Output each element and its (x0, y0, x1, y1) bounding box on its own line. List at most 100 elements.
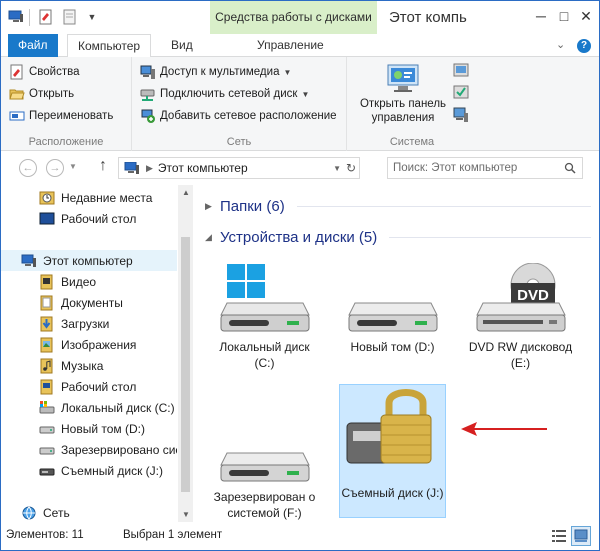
pictures-library-icon (39, 337, 55, 353)
drive-icon (39, 421, 55, 437)
nav-item-this-pc[interactable]: Этот компьютер (1, 250, 177, 271)
group-header-devices[interactable]: ◢ Устройства и диски (5) (205, 226, 377, 248)
uninstall-program-icon[interactable] (453, 63, 469, 79)
drive-f[interactable]: Зарезервирован о системой (F:) (211, 413, 318, 521)
system-menu-icon[interactable] (7, 8, 25, 26)
recent-places-icon (39, 190, 55, 206)
nav-scrollbar[interactable]: ▲ ▼ (178, 185, 193, 522)
manage-computer-icon[interactable] (453, 107, 469, 123)
tab-view[interactable]: Вид (161, 34, 203, 57)
properties-quick-icon[interactable] (37, 8, 55, 26)
nav-item-videos[interactable]: Видео (1, 271, 177, 292)
drive-d[interactable]: Новый том (D:) (339, 263, 446, 355)
network-icon (21, 505, 37, 521)
search-box[interactable] (387, 157, 583, 179)
details-view-icon[interactable] (549, 526, 569, 546)
group-header-folders[interactable]: ▶ Папки (6) (205, 195, 285, 217)
removable-drive-icon (39, 463, 55, 479)
forward-button[interactable]: → (46, 159, 64, 177)
ribbon-group-location: Свойства Открыть Переименовать Расположе… (1, 57, 132, 151)
nav-item-label: Локальный диск (C:) (61, 400, 175, 415)
context-tab-header: Средства работы с дисками (210, 1, 377, 34)
ribbon-group-network: Доступ к мультимедиа ▼ Подключить сетево… (132, 57, 347, 151)
nav-item-pictures[interactable]: Изображения (1, 334, 177, 355)
open-button[interactable]: Открыть (9, 84, 74, 104)
search-input[interactable] (388, 158, 558, 178)
group-divider (389, 237, 591, 238)
explorer-window: ▼ Средства работы с дисками Этот компь ─… (0, 0, 600, 551)
properties-icon (9, 64, 25, 80)
red-arrow-annotation (461, 422, 547, 436)
scrollbar-thumb[interactable] (181, 237, 190, 492)
large-icons-view-icon[interactable] (571, 526, 591, 546)
nav-item-drive-d[interactable]: Новый том (D:) (1, 418, 177, 439)
nav-item-documents[interactable]: Документы (1, 292, 177, 313)
tab-file[interactable]: Файл (8, 34, 58, 57)
ribbon-group-system: Открыть панель управления Система (347, 57, 477, 151)
breadcrumb[interactable]: Этот компьютер (158, 161, 248, 175)
hard-drive-icon (345, 263, 441, 335)
new-folder-quick-icon[interactable] (61, 8, 79, 26)
nav-item-downloads[interactable]: Загрузки (1, 313, 177, 334)
open-control-panel-button[interactable]: Открыть панель управления (357, 63, 449, 125)
tab-manage[interactable]: Управление (247, 34, 334, 57)
drive-c[interactable]: Локальный диск (C:) (211, 263, 318, 371)
open-icon (9, 86, 25, 102)
dropdown-arrow-icon: ▼ (283, 67, 292, 77)
up-button[interactable]: ↑ (99, 157, 107, 175)
ribbon-tabs: Файл Компьютер Вид Управление ⌄ ? (1, 34, 599, 58)
address-bar[interactable]: ▶ Этот компьютер ▼ ↻ (118, 157, 360, 179)
properties-button[interactable]: Свойства (9, 62, 80, 82)
nav-item-desktop[interactable]: Рабочий стол (1, 208, 177, 229)
map-network-drive-label: Подключить сетевой диск (160, 88, 298, 100)
recent-locations-icon[interactable]: ▼ (69, 162, 77, 171)
close-button[interactable]: ✕ (574, 5, 598, 27)
ribbon-expand-icon[interactable]: ⌄ (556, 38, 565, 51)
item-count: Элементов: 11 (6, 529, 84, 541)
map-network-drive-button[interactable]: Подключить сетевой диск ▼ (140, 84, 309, 104)
nav-item-label: Сеть (43, 505, 70, 520)
ribbon-group-system-label: Система (389, 136, 435, 148)
address-dropdown-icon[interactable]: ▼ (333, 164, 341, 173)
drive-j-removable[interactable]: Съемный диск (J:) (339, 384, 446, 518)
nav-item-removable-j[interactable]: Съемный диск (J:) (1, 460, 177, 481)
windows-drive-icon (217, 263, 313, 335)
media-access-button[interactable]: Доступ к мультимедиа ▼ (140, 62, 291, 82)
breadcrumb-chevron-icon[interactable]: ▶ (146, 163, 153, 174)
status-bar: Элементов: 11 Выбран 1 элемент (1, 522, 599, 550)
properties-label: Свойства (29, 66, 80, 78)
system-properties-icon[interactable] (453, 85, 469, 101)
scroll-up-icon[interactable]: ▲ (182, 188, 190, 197)
refresh-icon[interactable]: ↻ (346, 161, 356, 175)
address-row: ← → ▼ ↑ ▶ Этот компьютер ▼ ↻ (1, 151, 599, 185)
search-icon[interactable] (564, 162, 576, 174)
back-button[interactable]: ← (19, 159, 37, 177)
hard-drive-icon (217, 413, 313, 485)
dvd-drive-icon: DVD (473, 262, 569, 335)
minimize-button[interactable]: ─ (529, 5, 553, 27)
nav-item-music[interactable]: Музыка (1, 355, 177, 376)
desktop-folder-icon (39, 379, 55, 395)
title-bar: ▼ Средства работы с дисками Этот компь ─… (1, 1, 599, 34)
system-drive-icon (39, 400, 55, 416)
scroll-down-icon[interactable]: ▼ (182, 510, 190, 519)
nav-item-drive-c[interactable]: Локальный диск (C:) (1, 397, 177, 418)
nav-item-label: Видео (61, 274, 97, 289)
nav-item-desktop-folder[interactable]: Рабочий стол (1, 376, 177, 397)
nav-item-label: Недавние места (61, 190, 153, 205)
nav-item-label: Новый том (D:) (61, 421, 145, 436)
add-network-location-button[interactable]: Добавить сетевое расположение (140, 106, 337, 126)
drive-e-dvd[interactable]: DVD DVD RW дисковод (E:) (467, 262, 574, 371)
nav-item-label: Изображения (61, 337, 137, 352)
nav-item-system-reserved[interactable]: Зарезервировано системой (1, 439, 177, 460)
nav-item-network[interactable]: Сеть (1, 502, 177, 523)
maximize-button[interactable]: □ (552, 5, 576, 27)
group-title: Устройства и диски (5) (220, 228, 378, 246)
rename-button[interactable]: Переименовать (9, 106, 113, 126)
help-icon[interactable]: ? (577, 39, 591, 53)
drive-icon (39, 442, 55, 458)
customize-quick-access-icon[interactable]: ▼ (83, 8, 101, 26)
tab-computer[interactable]: Компьютер (67, 34, 152, 58)
nav-item-label: Рабочий стол (61, 379, 137, 394)
nav-item-recent-places[interactable]: Недавние места (1, 187, 177, 208)
